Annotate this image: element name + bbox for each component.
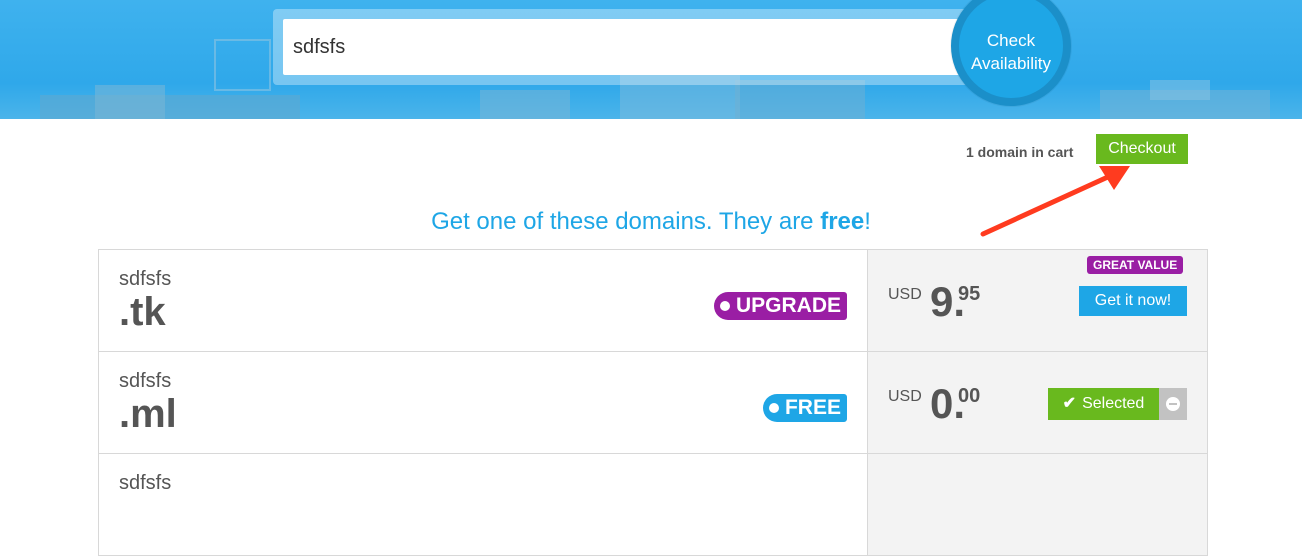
bullet-icon [719, 301, 730, 311]
bullet-icon [768, 403, 779, 413]
domain-info-cell: sdfsfs [99, 454, 868, 555]
remove-domain-button[interactable] [1159, 388, 1187, 420]
price-currency: USD [888, 388, 922, 405]
upgrade-badge-label: UPGRADE [735, 294, 841, 317]
domain-tld: .tk [119, 290, 166, 334]
domain-tld: .ml [119, 392, 177, 436]
great-value-tag: GREAT VALUE [1087, 256, 1184, 274]
domain-row: sdfsfs .ml FREE USD 0. 00 ✔ Selected [99, 352, 1207, 454]
domain-row: sdfsfs .tk UPGRADE USD 9. 95 GREAT VALUE… [99, 250, 1207, 352]
get-it-now-button[interactable]: Get it now! [1079, 286, 1187, 316]
domain-price-cell: USD 0. 00 ✔ Selected [868, 352, 1207, 453]
free-domains-heading: Get one of these domains. They are free! [0, 208, 1302, 236]
domain-info-cell: sdfsfs .tk UPGRADE [99, 250, 868, 351]
heading-suffix: ! [864, 208, 871, 235]
checkout-button[interactable]: Checkout [1096, 134, 1188, 164]
domain-info-cell: sdfsfs .ml FREE [99, 352, 868, 453]
price-cents: 00 [958, 385, 981, 407]
domain-name: sdfsfs [119, 370, 172, 392]
domain-price-cell: USD 9. 95 GREAT VALUE Get it now! [868, 250, 1207, 351]
heading-emphasis: free [820, 208, 865, 235]
domain-name: sdfsfs [119, 268, 172, 290]
upgrade-badge: UPGRADE [713, 292, 847, 320]
cart-count: 1 domain in cart [966, 144, 1074, 160]
domain-results-table: sdfsfs .tk UPGRADE USD 9. 95 GREAT VALUE… [98, 249, 1208, 556]
selected-label: Selected [1082, 395, 1145, 412]
selected-button[interactable]: ✔ Selected [1048, 388, 1159, 420]
free-badge: FREE [762, 394, 847, 422]
domain-row: sdfsfs [99, 454, 1207, 556]
domain-name: sdfsfs [119, 472, 172, 494]
domain-price-cell [868, 454, 1207, 555]
price-cents: 95 [958, 283, 981, 305]
minus-circle-icon [1166, 397, 1180, 411]
heading-text: Get one of these domains. They are [431, 208, 821, 235]
check-availability-label: Check Availability [970, 31, 1051, 73]
domain-search-input[interactable] [283, 19, 1003, 75]
free-badge-label: FREE [784, 396, 841, 419]
checkmark-icon: ✔ [1062, 395, 1077, 412]
price-currency: USD [888, 286, 922, 303]
